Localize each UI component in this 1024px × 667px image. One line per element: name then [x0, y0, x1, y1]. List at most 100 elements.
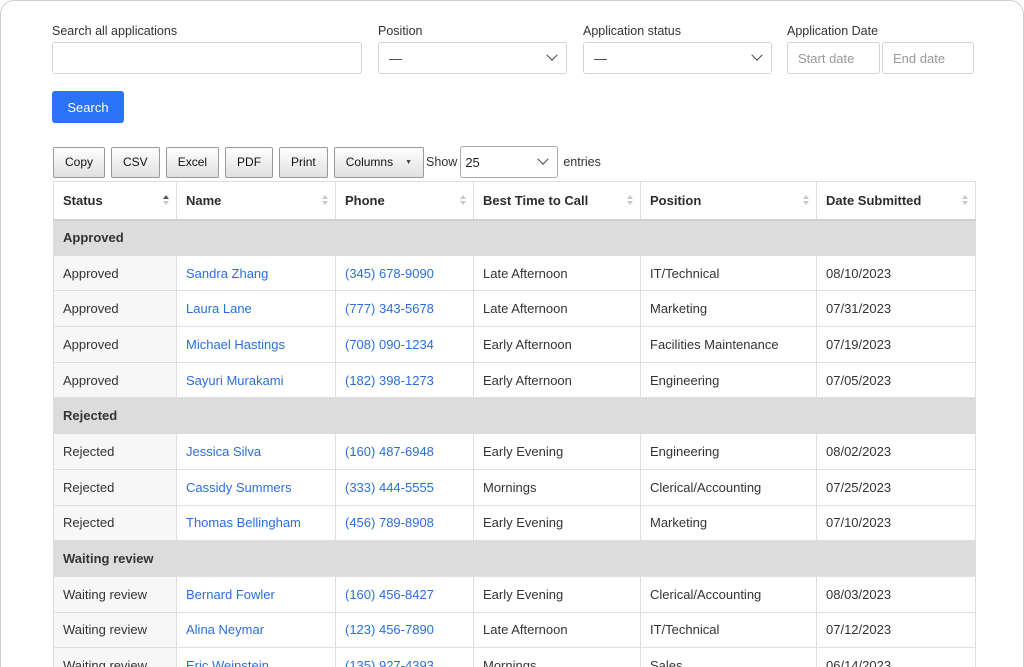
best-time-cell: Mornings	[473, 647, 641, 667]
name-cell: Bernard Fowler	[176, 575, 336, 613]
best-time-cell: Late Afternoon	[473, 611, 641, 649]
position-cell: Clerical/Accounting	[640, 468, 817, 506]
name-cell: Jessica Silva	[176, 433, 336, 470]
phone-link[interactable]: (777) 343-5678	[345, 301, 434, 316]
date-cell: 07/05/2023	[816, 361, 976, 399]
phone-cell: (708) 090-1234	[335, 326, 474, 363]
status-cell: Waiting review	[53, 575, 177, 613]
applications-table: Status Name Phone Best Time to Call Posi…	[53, 181, 976, 667]
applicant-name-link[interactable]: Alina Neymar	[186, 622, 264, 637]
phone-link[interactable]: (333) 444-5555	[345, 480, 434, 495]
app-window: Search all applications Position — Appli…	[0, 0, 1024, 667]
table-row: Rejected Jessica Silva (160) 487-6948 Ea…	[53, 433, 976, 470]
column-header-label: Position	[650, 192, 702, 208]
search-input[interactable]	[52, 42, 362, 74]
date-cell: 07/25/2023	[816, 468, 976, 506]
filter-bar: Search all applications Position — Appli…	[52, 24, 1023, 84]
csv-button[interactable]: CSV	[111, 146, 160, 178]
date-cell: 07/10/2023	[816, 504, 976, 542]
page-length-select[interactable]: 25	[460, 146, 559, 178]
end-date-input[interactable]	[882, 42, 974, 74]
status-cell: Rejected	[53, 468, 177, 506]
position-cell: IT/Technical	[640, 611, 817, 649]
applicant-name-link[interactable]: Cassidy Summers	[186, 480, 291, 495]
name-cell: Laura Lane	[176, 290, 336, 328]
chevron-down-icon	[751, 49, 763, 61]
phone-cell: (182) 398-1273	[335, 361, 474, 399]
sort-icon	[322, 195, 328, 207]
applicant-name-link[interactable]: Thomas Bellingham	[186, 515, 301, 530]
table-row: Rejected Thomas Bellingham (456) 789-890…	[53, 504, 976, 542]
phone-link[interactable]: (456) 789-8908	[345, 515, 434, 530]
date-cell: 08/02/2023	[816, 433, 976, 470]
status-cell: Approved	[53, 254, 177, 292]
name-cell: Sandra Zhang	[176, 254, 336, 292]
phone-link[interactable]: (123) 456-7890	[345, 622, 434, 637]
phone-cell: (135) 927-4393	[335, 647, 474, 667]
table-row: Approved Sandra Zhang (345) 678-9090 Lat…	[53, 254, 976, 292]
entries-label: entries	[563, 155, 601, 169]
column-header-name[interactable]: Name	[176, 181, 336, 221]
name-cell: Alina Neymar	[176, 611, 336, 649]
best-time-cell: Late Afternoon	[473, 290, 641, 328]
chevron-down-icon	[546, 49, 558, 61]
applicant-name-link[interactable]: Sayuri Murakami	[186, 373, 284, 388]
best-time-cell: Mornings	[473, 468, 641, 506]
phone-cell: (345) 678-9090	[335, 254, 474, 292]
position-label: Position	[378, 24, 423, 38]
column-header-phone[interactable]: Phone	[335, 181, 474, 221]
phone-link[interactable]: (345) 678-9090	[345, 266, 434, 281]
position-cell: Sales	[640, 647, 817, 667]
position-cell: Engineering	[640, 433, 817, 470]
print-button[interactable]: Print	[279, 146, 328, 178]
name-cell: Cassidy Summers	[176, 468, 336, 506]
group-label: Approved	[53, 219, 976, 256]
status-select[interactable]: —	[583, 42, 772, 74]
applicant-name-link[interactable]: Michael Hastings	[186, 337, 285, 352]
search-button[interactable]: Search	[52, 91, 124, 123]
phone-cell: (160) 456-8427	[335, 575, 474, 613]
phone-link[interactable]: (160) 456-8427	[345, 587, 434, 602]
column-header-date-submitted[interactable]: Date Submitted	[816, 181, 976, 221]
status-cell: Approved	[53, 361, 177, 399]
applicant-name-link[interactable]: Laura Lane	[186, 301, 252, 316]
status-cell: Waiting review	[53, 611, 177, 649]
phone-cell: (777) 343-5678	[335, 290, 474, 328]
best-time-cell: Early Evening	[473, 504, 641, 542]
chevron-down-icon	[537, 153, 549, 165]
start-date-input[interactable]	[787, 42, 880, 74]
applicant-name-link[interactable]: Jessica Silva	[186, 444, 261, 459]
excel-button[interactable]: Excel	[165, 146, 220, 178]
group-row-waiting-review: Waiting review	[53, 540, 976, 577]
copy-button[interactable]: Copy	[53, 146, 106, 178]
status-cell: Rejected	[53, 504, 177, 542]
date-cell: 06/14/2023	[816, 647, 976, 667]
phone-link[interactable]: (182) 398-1273	[345, 373, 434, 388]
applicant-name-link[interactable]: Sandra Zhang	[186, 266, 268, 281]
position-cell: Engineering	[640, 361, 817, 399]
column-header-status[interactable]: Status	[53, 181, 177, 221]
pdf-button[interactable]: PDF	[225, 146, 274, 178]
column-header-position[interactable]: Position	[640, 181, 817, 221]
best-time-cell: Early Evening	[473, 433, 641, 470]
page-length-value: 25	[465, 154, 480, 170]
date-cell: 07/19/2023	[816, 326, 976, 363]
status-cell: Waiting review	[53, 647, 177, 667]
sort-icon	[803, 195, 809, 207]
best-time-cell: Early Afternoon	[473, 326, 641, 363]
applicant-name-link[interactable]: Bernard Fowler	[186, 587, 275, 602]
phone-link[interactable]: (708) 090-1234	[345, 337, 434, 352]
columns-button[interactable]: Columns ▼	[333, 146, 425, 178]
phone-link[interactable]: (160) 487-6948	[345, 444, 434, 459]
table-row: Waiting review Alina Neymar (123) 456-78…	[53, 611, 976, 649]
table-header-row: Status Name Phone Best Time to Call Posi…	[53, 181, 976, 221]
column-header-label: Name	[186, 192, 222, 208]
column-header-best-time[interactable]: Best Time to Call	[473, 181, 641, 221]
date-cell: 08/10/2023	[816, 254, 976, 292]
search-label: Search all applications	[52, 24, 178, 38]
caret-down-icon: ▼	[405, 158, 413, 166]
status-cell: Approved	[53, 290, 177, 328]
position-select[interactable]: —	[378, 42, 567, 74]
column-header-label: Status	[63, 192, 103, 208]
position-cell: Facilities Maintenance	[640, 326, 817, 363]
